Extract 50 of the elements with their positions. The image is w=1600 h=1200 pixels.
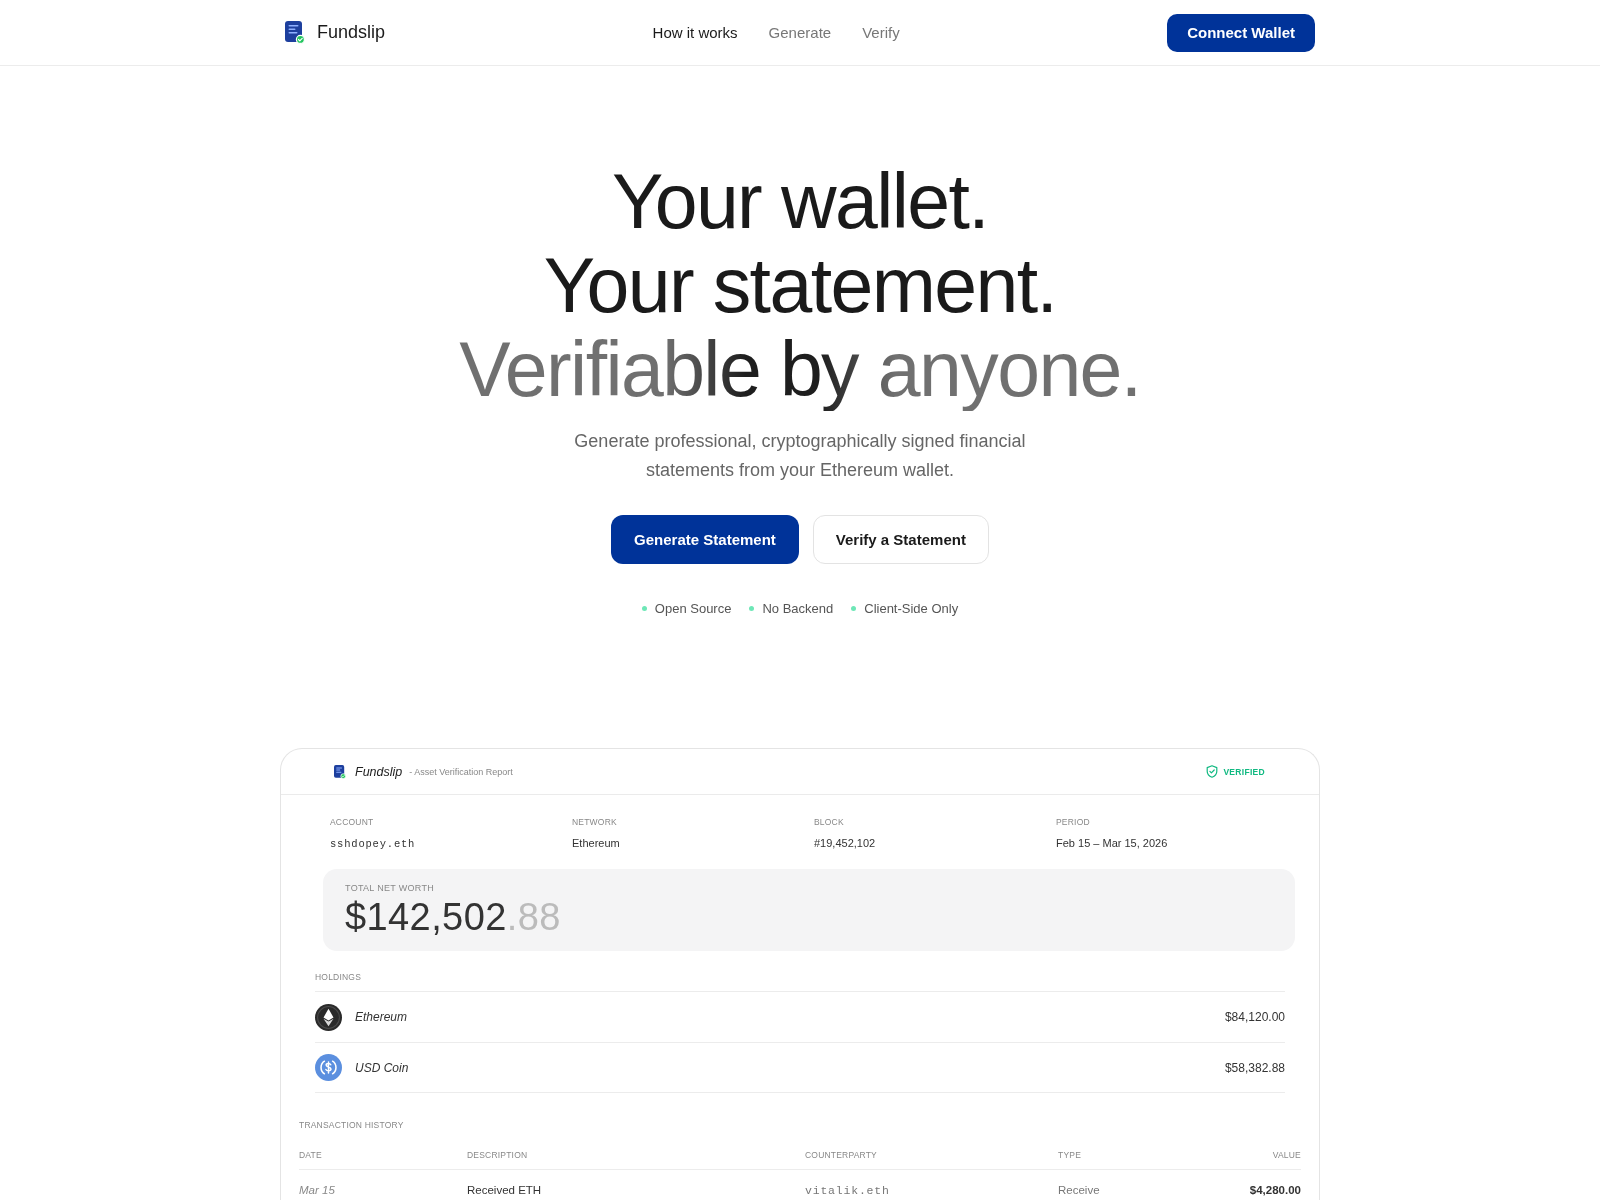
report-subtitle: - Asset Verification Report — [409, 766, 513, 777]
document-icon — [334, 764, 346, 779]
headline: Your statement. — [543, 243, 1057, 327]
field-label: NETWORK — [572, 817, 617, 827]
field-label: PERIOD — [1056, 817, 1090, 827]
asset-value: $84,120.00 — [1224, 1010, 1285, 1024]
connect-wallet-button[interactable]: Connect Wallet — [1167, 13, 1315, 52]
field-value: sshdopey.eth — [330, 838, 416, 851]
nav-link[interactable]: Generate — [768, 24, 832, 41]
column-header: VALUE — [1272, 1150, 1301, 1160]
field-label: BLOCK — [814, 817, 844, 827]
generate-button[interactable]: Generate Statement — [611, 515, 799, 564]
dot-icon — [749, 606, 755, 611]
field-value: #19,452,102 — [814, 837, 876, 850]
field-label: ACCOUNT — [330, 817, 374, 827]
headline: Your wallet. — [612, 159, 988, 243]
verify-button[interactable]: Verify a Statement — [812, 515, 989, 564]
feature-label: No Backend — [762, 601, 834, 616]
table-cell: Receive — [1058, 1184, 1100, 1196]
table-cell: $4,280.00 — [1249, 1184, 1301, 1196]
shield-check-icon — [1206, 765, 1219, 778]
feature-label: Open Source — [654, 601, 732, 616]
net-worth-value: $142,502.88 — [345, 895, 561, 939]
document-icon — [285, 21, 305, 44]
field-value: Feb 15 – Mar 15, 2026 — [1056, 837, 1168, 850]
diamond-coin-icon — [315, 1003, 342, 1031]
column-header: DATE — [299, 1150, 322, 1160]
section-label: HOLDINGS — [315, 972, 361, 982]
column-header: TYPE — [1058, 1150, 1081, 1160]
verified-status: VERIFIED — [1223, 766, 1265, 777]
field-value: Ethereum — [572, 837, 620, 850]
hero-subtitle: Generate professional, cryptographically signed financial statements from your Ethereum wallet. — [573, 430, 1027, 482]
brand-name: Fundslip — [317, 22, 386, 43]
asset-name: Ethereum — [355, 1010, 408, 1024]
asset-value: $58,382.88 — [1224, 1060, 1285, 1075]
nav-link[interactable]: Verify — [862, 24, 900, 41]
column-header: COUNTERPARTY — [805, 1150, 877, 1160]
report-brand: Fundslip — [355, 764, 403, 779]
section-label: TRANSACTION HISTORY — [299, 1120, 404, 1130]
dollar-coin-icon — [315, 1054, 342, 1081]
table-cell: Mar 15 — [299, 1184, 335, 1196]
table-cell: vitalik.eth — [805, 1184, 890, 1197]
dot-icon — [851, 606, 857, 611]
nav-link[interactable]: How it works — [652, 24, 738, 41]
net-worth-label: TOTAL NET WORTH — [345, 883, 434, 894]
feature-label: Client-Side Only — [864, 601, 959, 616]
column-header: DESCRIPTION — [467, 1150, 528, 1160]
asset-name: USD Coin — [355, 1060, 409, 1075]
dot-icon — [641, 606, 647, 611]
table-cell: Received ETH — [467, 1184, 542, 1196]
